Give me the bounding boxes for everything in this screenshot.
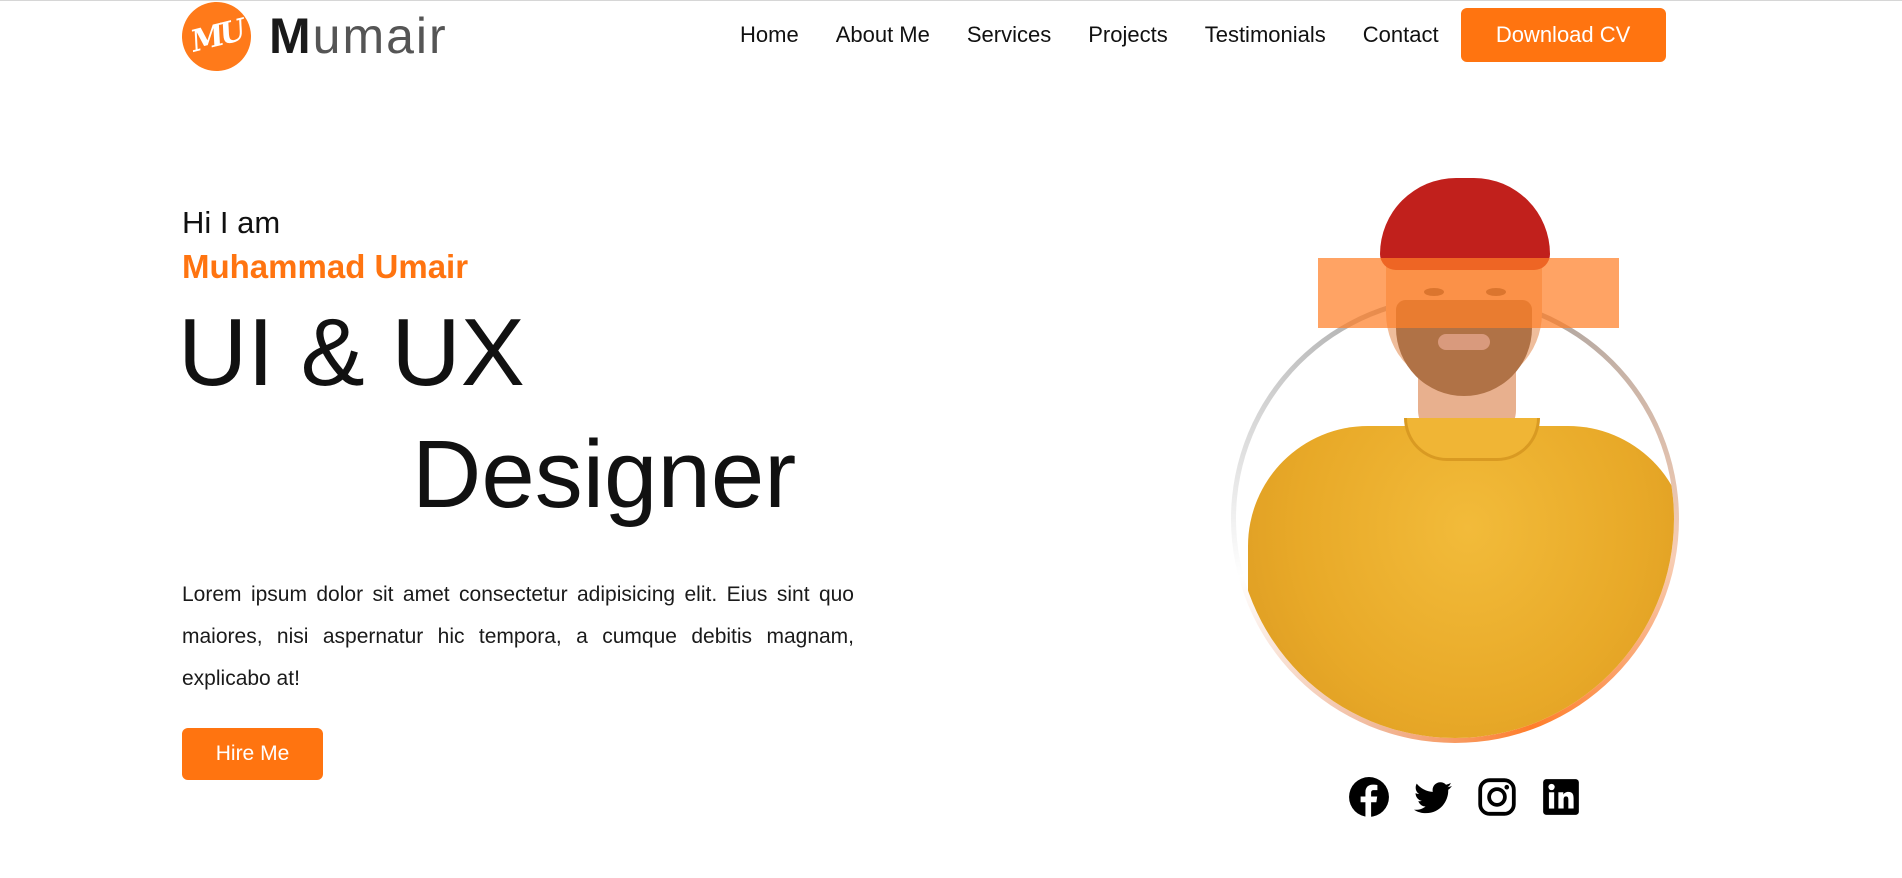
hero-name: Muhammad Umair: [182, 248, 469, 285]
hire-me-button[interactable]: Hire Me: [182, 728, 323, 780]
logo-mark: MU: [174, 0, 259, 78]
nav-link-testimonials[interactable]: Testimonials: [1205, 22, 1326, 48]
hero-title-line2: Designer: [412, 421, 797, 528]
nav-link-services[interactable]: Services: [967, 22, 1051, 48]
brand-logo[interactable]: MU Mumair: [174, 0, 448, 78]
facebook-icon[interactable]: [1348, 776, 1390, 818]
linkedin-icon[interactable]: [1540, 776, 1582, 818]
social-links: [1348, 776, 1582, 818]
nav-link-about-me[interactable]: About Me: [836, 22, 930, 48]
brand-name-initial: M: [269, 8, 313, 64]
nav-link-contact[interactable]: Contact: [1363, 22, 1439, 48]
hero-title-line1: UI & UX: [178, 299, 525, 406]
photo-mouth: [1438, 334, 1490, 350]
main-nav: Home About Me Services Projects Testimon…: [740, 8, 1666, 62]
profile-photo: [1220, 170, 1700, 760]
photo-overlay-band: [1318, 258, 1619, 328]
twitter-icon[interactable]: [1412, 776, 1454, 818]
photo-beanie: [1380, 178, 1550, 270]
brand-name-rest: umair: [312, 8, 448, 64]
brand-name: Mumair: [269, 7, 448, 65]
download-cv-button[interactable]: Download CV: [1460, 8, 1666, 62]
photo-collar: [1404, 418, 1540, 461]
photo-sweater: [1248, 426, 1674, 738]
nav-link-home[interactable]: Home: [740, 22, 799, 48]
hero-greeting: Hi I am: [182, 205, 281, 240]
nav-link-projects[interactable]: Projects: [1088, 22, 1167, 48]
hero-description: Lorem ipsum dolor sit amet consectetur a…: [182, 583, 854, 690]
instagram-icon[interactable]: [1476, 776, 1518, 818]
